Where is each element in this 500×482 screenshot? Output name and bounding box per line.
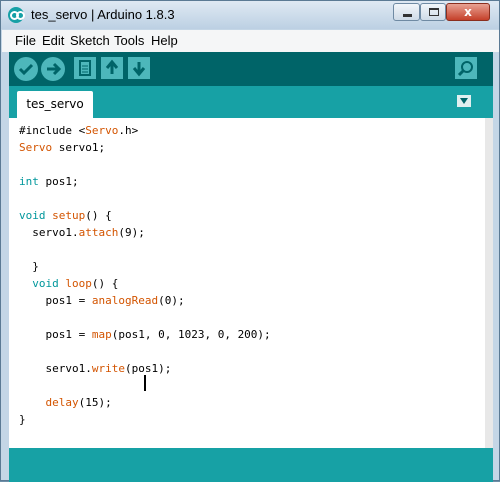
code-line: #include <Servo.h> <box>19 124 139 137</box>
menu-edit[interactable]: Edit <box>42 33 64 48</box>
verify-button[interactable] <box>14 57 38 81</box>
code-line: void setup() { <box>19 209 112 222</box>
serial-monitor-button[interactable] <box>455 57 477 79</box>
code-line: Servo servo1; <box>19 141 106 154</box>
maximize-icon <box>429 8 439 16</box>
tab-bar: tes_servo <box>9 86 493 118</box>
menu-sketch[interactable]: Sketch <box>70 33 110 48</box>
arrow-down-icon <box>132 62 146 77</box>
save-button[interactable] <box>128 57 150 79</box>
code-line: pos1 = analogRead(0); <box>19 294 185 307</box>
code-line: void loop() { <box>32 277 119 290</box>
code-line: int pos1; <box>19 175 79 188</box>
document-icon <box>79 60 91 76</box>
magnifier-icon <box>457 61 473 77</box>
window-title: tes_servo | Arduino 1.8.3 <box>31 7 175 22</box>
close-icon: x <box>464 5 472 19</box>
minimize-icon <box>403 14 412 17</box>
code-line: delay(15); <box>45 396 112 409</box>
close-button[interactable]: x <box>446 3 490 21</box>
arduino-window: tes_servo | Arduino 1.8.3 x File Edit Sk… <box>0 0 500 482</box>
arrow-up-icon <box>105 59 119 74</box>
menu-help[interactable]: Help <box>151 33 178 48</box>
upload-button[interactable] <box>41 57 65 81</box>
code-editor[interactable]: #include <Servo.h> Servo servo1; int pos… <box>9 118 485 448</box>
arrow-right-icon <box>47 62 62 76</box>
code-line: } <box>19 260 39 273</box>
tab-menu-dropdown-icon[interactable] <box>457 95 471 107</box>
code-line: } <box>19 413 26 426</box>
editor-scrollbar[interactable] <box>485 118 493 448</box>
maximize-button[interactable] <box>420 3 446 21</box>
minimize-button[interactable] <box>393 3 420 21</box>
menu-bar: File Edit Sketch Tools Help <box>2 30 499 52</box>
arduino-logo-icon <box>8 7 25 23</box>
title-bar: tes_servo | Arduino 1.8.3 x <box>1 1 499 29</box>
text-cursor <box>144 375 146 391</box>
menu-file[interactable]: File <box>15 33 36 48</box>
tab-tes-servo[interactable]: tes_servo <box>17 91 93 118</box>
open-button[interactable] <box>101 57 123 79</box>
code-line: servo1.attach(9); <box>19 226 145 239</box>
new-sketch-button[interactable] <box>74 57 96 79</box>
toolbar <box>9 52 493 86</box>
code-line: servo1.write(pos1); <box>19 362 172 375</box>
code-line: pos1 = map(pos1, 0, 1023, 0, 200); <box>19 328 271 341</box>
menu-tools[interactable]: Tools <box>114 33 144 48</box>
console-area <box>9 448 493 482</box>
checkmark-icon <box>18 63 34 76</box>
